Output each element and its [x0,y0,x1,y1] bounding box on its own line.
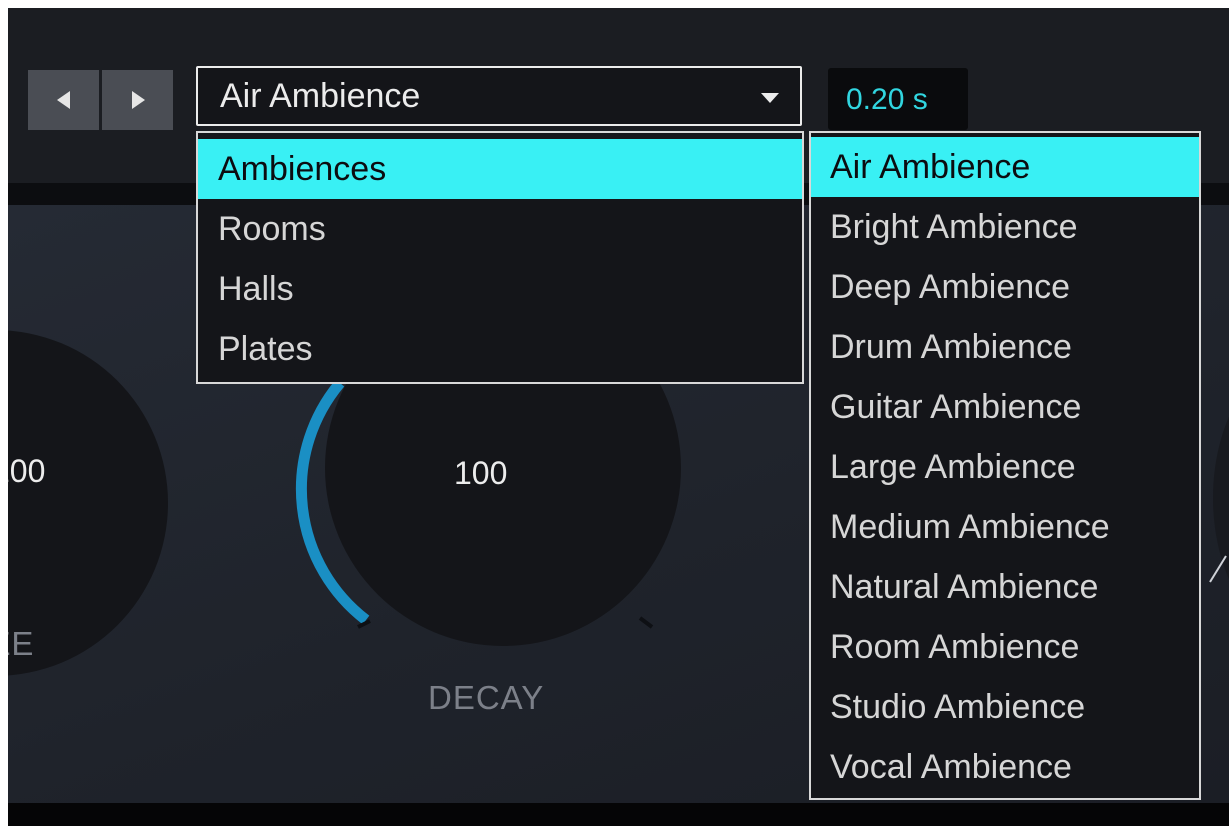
menu-item-vocal-ambience[interactable]: Vocal Ambience [811,737,1199,797]
menu-item-plates[interactable]: Plates [198,319,802,379]
menu-item-bright-ambience[interactable]: Bright Ambience [811,197,1199,257]
menu-item-air-ambience[interactable]: Air Ambience [811,137,1199,197]
prev-preset-button[interactable] [28,70,99,130]
next-preset-button[interactable] [102,70,173,130]
time-readout-value: 0.20 s [846,83,928,116]
menu-item-room-ambience[interactable]: Room Ambience [811,617,1199,677]
reverb-plugin-window: 100 100 IZE DECAY Air Ambience 0.20 s Am… [8,8,1229,826]
preset-select-value: Air Ambience [220,77,421,115]
menu-item-natural-ambience[interactable]: Natural Ambience [811,557,1199,617]
menu-item-large-ambience[interactable]: Large Ambience [811,437,1199,497]
size-knob-label: IZE [8,625,35,662]
time-readout[interactable]: 0.20 s [828,68,968,130]
decay-knob-label: DECAY [428,679,545,716]
bottom-bar [8,803,1229,826]
menu-item-medium-ambience[interactable]: Medium Ambience [811,497,1199,557]
menu-item-halls[interactable]: Halls [198,259,802,319]
menu-item-deep-ambience[interactable]: Deep Ambience [811,257,1199,317]
decay-knob-notch-right [638,616,654,629]
menu-item-rooms[interactable]: Rooms [198,199,802,259]
triangle-right-icon [131,91,145,109]
menu-item-drum-ambience[interactable]: Drum Ambience [811,317,1199,377]
decay-knob-value-arc [295,379,370,625]
category-menu: Ambiences Rooms Halls Plates [196,131,804,384]
knob-pointer-right [1209,555,1227,583]
triangle-left-icon [56,91,70,109]
preset-select[interactable]: Air Ambience [196,66,802,126]
decay-knob-value: 100 [454,455,508,491]
preset-nav [28,70,173,130]
size-knob-value: 100 [8,453,46,489]
menu-item-guitar-ambience[interactable]: Guitar Ambience [811,377,1199,437]
menu-item-ambiences[interactable]: Ambiences [198,139,802,199]
chevron-down-icon [761,93,779,103]
preset-menu: Air Ambience Bright Ambience Deep Ambien… [809,131,1201,800]
menu-item-studio-ambience[interactable]: Studio Ambience [811,677,1199,737]
